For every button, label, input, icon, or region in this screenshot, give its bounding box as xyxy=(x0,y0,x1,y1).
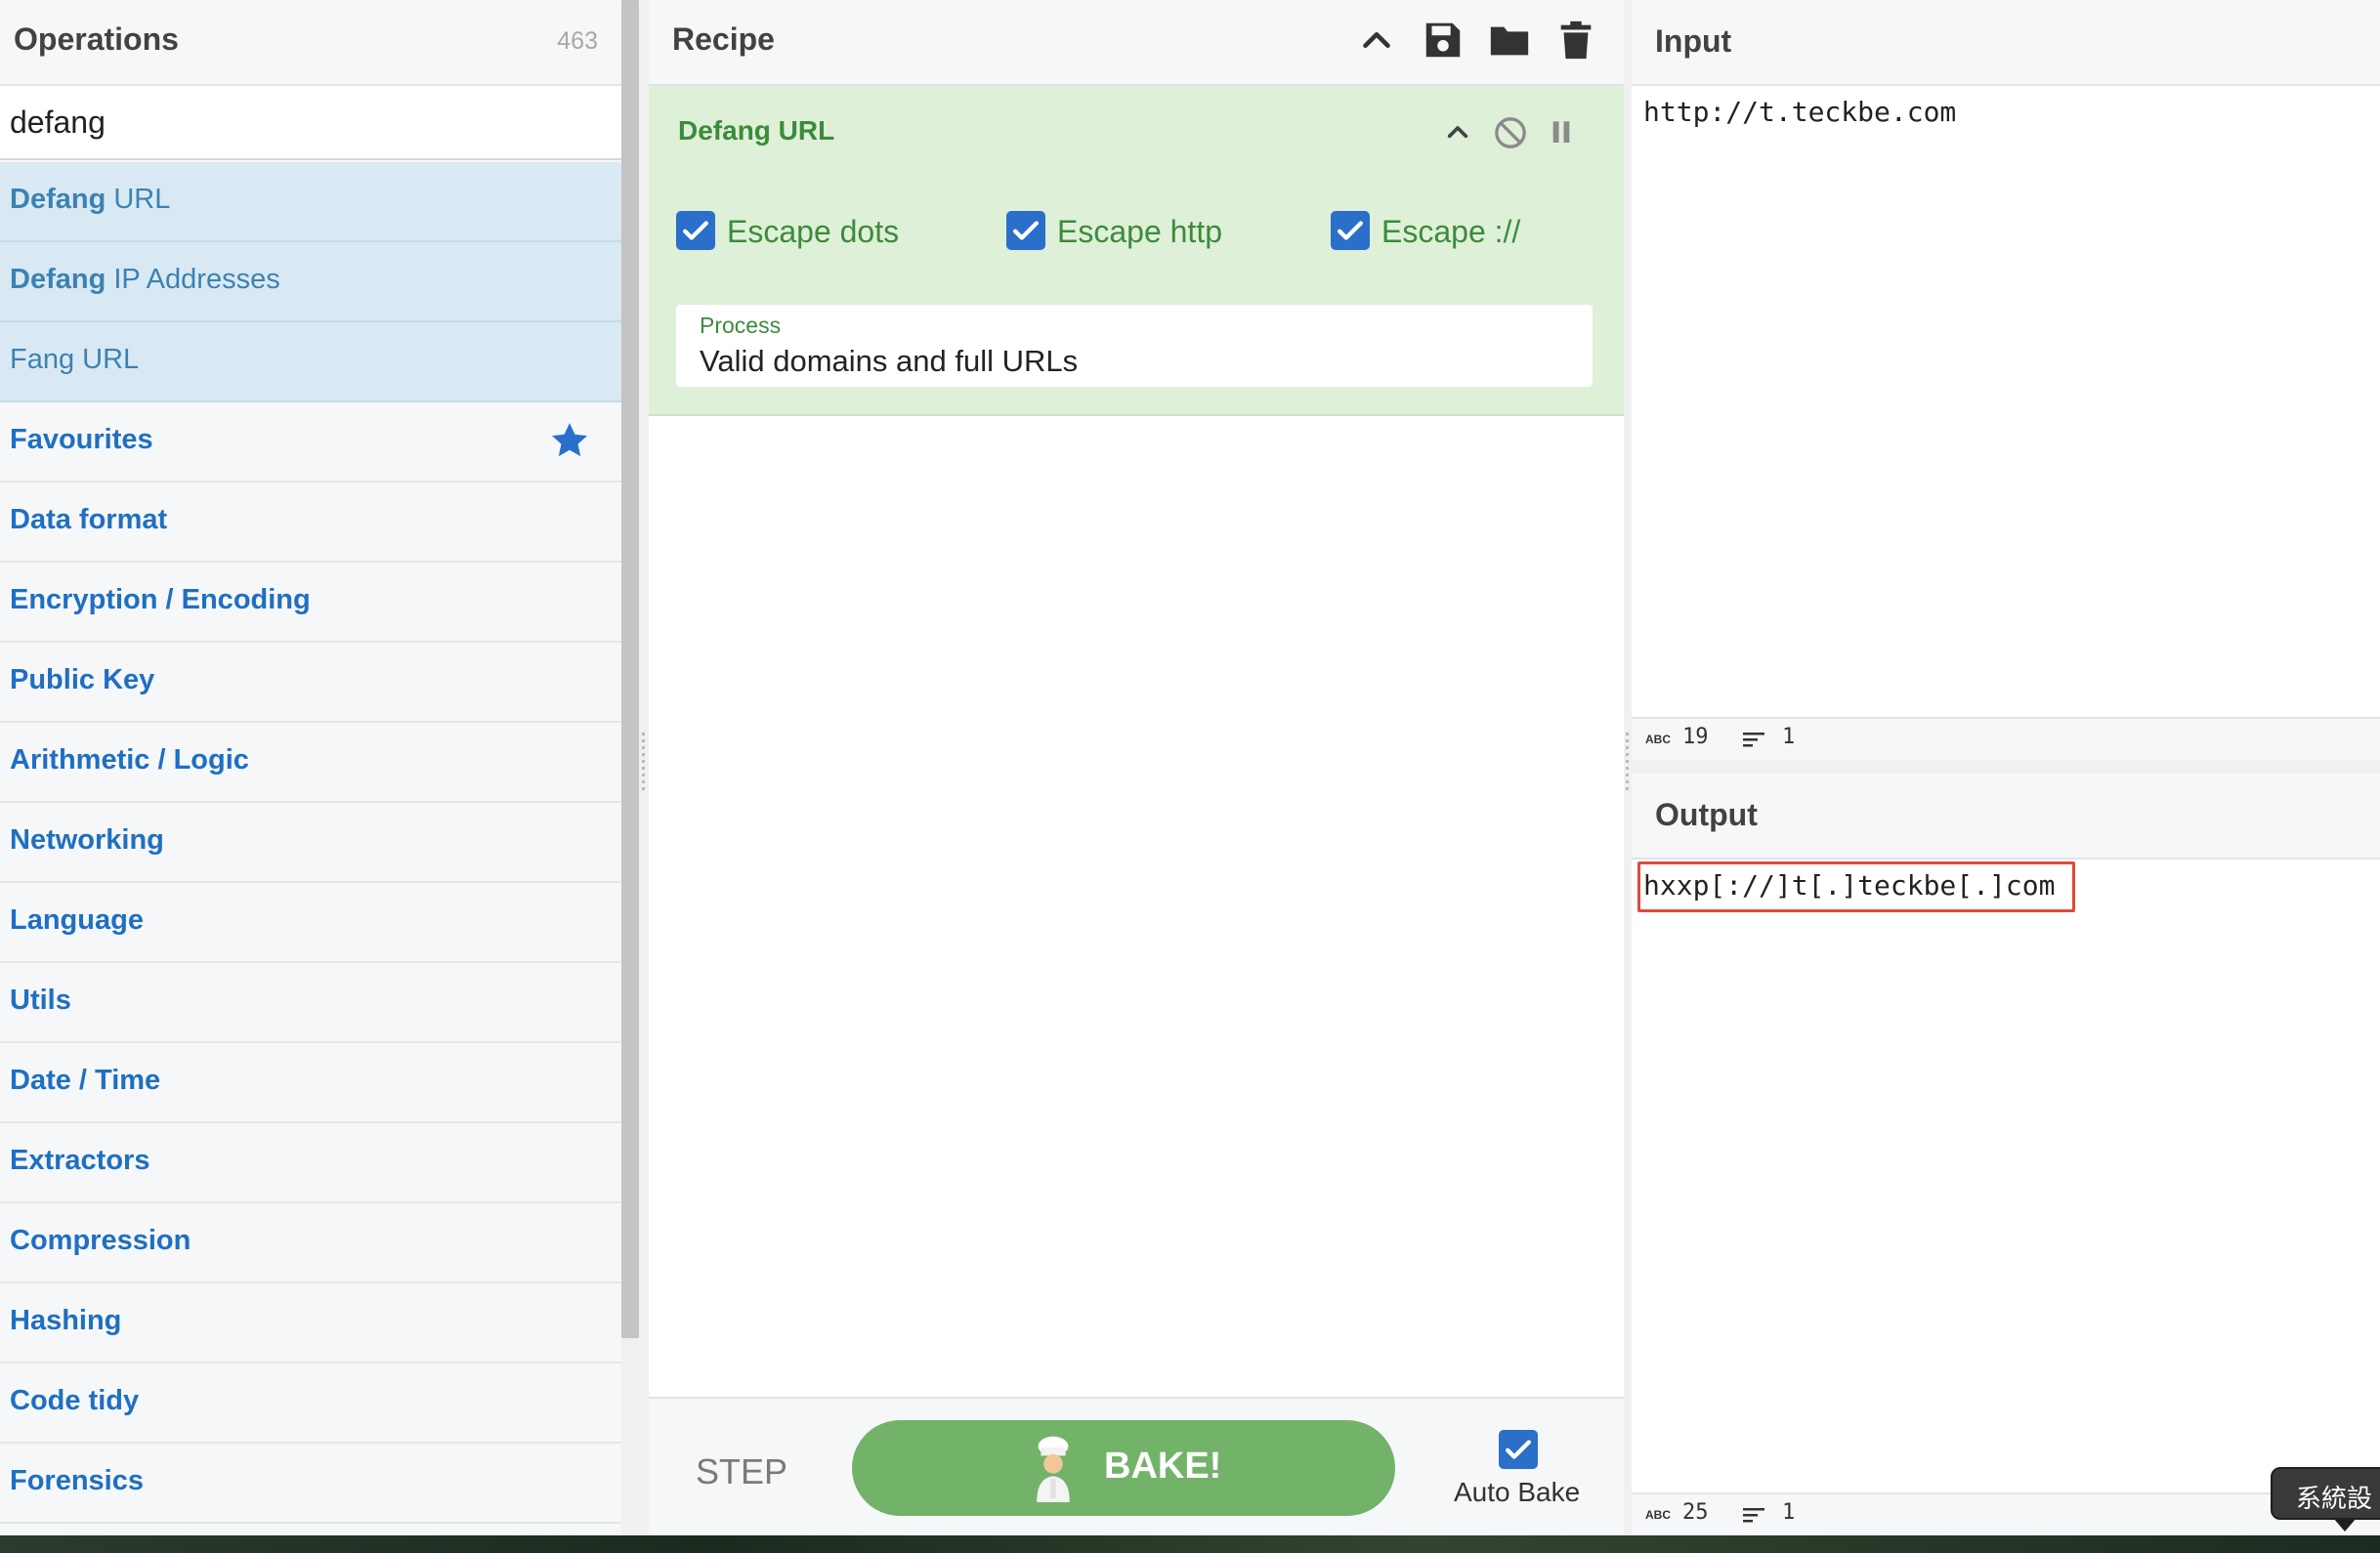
line-count-icon xyxy=(1743,733,1764,747)
operations-count: 463 xyxy=(557,27,598,55)
output-status-bar: ABC 25 1 xyxy=(1632,1492,2380,1537)
input-line-count: 1 xyxy=(1782,725,1796,749)
checkbox-checked-icon xyxy=(1006,211,1045,250)
output-highlight-box xyxy=(1637,861,2075,912)
category-label: Data format xyxy=(10,504,168,535)
chef-icon xyxy=(1037,1436,1070,1502)
category-forensics[interactable]: Forensics xyxy=(0,1444,621,1524)
category-label: Networking xyxy=(10,824,164,856)
io-divider[interactable] xyxy=(1632,760,2380,774)
category-label: Arithmetic / Logic xyxy=(10,744,249,776)
recipe-operation-defang-url[interactable]: Defang URL Escape dots Escape http Escap… xyxy=(649,86,1624,416)
input-char-count: 19 xyxy=(1682,725,1709,749)
process-select[interactable]: Process Valid domains and full URLs xyxy=(676,305,1593,387)
process-label: Process xyxy=(700,313,782,338)
category-date-time[interactable]: Date / Time xyxy=(0,1043,621,1123)
recipe-operation-name: Defang URL xyxy=(678,115,835,146)
save-icon[interactable] xyxy=(1421,18,1466,63)
desktop-background xyxy=(0,1535,2380,1553)
search-result-fang-url[interactable]: Fang URL xyxy=(0,322,621,402)
pause-operation-icon[interactable] xyxy=(1542,113,1581,152)
category-hashing[interactable]: Hashing xyxy=(0,1283,621,1364)
category-label: Hashing xyxy=(10,1305,122,1336)
search-result-defang-url[interactable]: Defang URL xyxy=(0,162,621,242)
folder-icon[interactable] xyxy=(1487,18,1532,63)
escape-colon-slashes-checkbox[interactable]: Escape :// xyxy=(1331,209,1546,252)
panel-resizer-left[interactable] xyxy=(639,0,649,1535)
auto-bake-label: Auto Bake xyxy=(1454,1477,1581,1507)
character-count-icon: ABC xyxy=(1645,733,1671,746)
output-title: Output xyxy=(1655,797,1758,832)
output-line-count: 1 xyxy=(1782,1500,1796,1525)
panel-resizer-right[interactable] xyxy=(1624,0,1632,1535)
category-label: Forensics xyxy=(10,1465,144,1496)
step-button[interactable]: STEP xyxy=(696,1451,787,1492)
category-label: Code tidy xyxy=(10,1385,140,1416)
resize-grip-icon xyxy=(1626,733,1629,791)
bake-label: BAKE! xyxy=(1104,1446,1222,1487)
category-arithmetic-logic[interactable]: Arithmetic / Logic xyxy=(0,723,621,803)
character-count-icon: ABC xyxy=(1645,1508,1671,1522)
operations-header: Operations 463 xyxy=(0,0,621,86)
category-compression[interactable]: Compression xyxy=(0,1203,621,1283)
category-label: Language xyxy=(10,904,144,936)
operations-search-input[interactable] xyxy=(0,86,621,160)
recipe-title: Recipe xyxy=(672,21,775,57)
output-char-count: 25 xyxy=(1682,1500,1709,1525)
operations-panel: Operations 463 Defang URL Defang IP Addr… xyxy=(0,0,621,1535)
output-header: Output xyxy=(1632,774,2380,860)
cyberchef-app: Operations 463 Defang URL Defang IP Addr… xyxy=(0,0,2380,1537)
star-icon xyxy=(551,423,588,457)
category-extractors[interactable]: Extractors xyxy=(0,1123,621,1203)
category-label: Compression xyxy=(10,1225,191,1256)
search-result-label: Fang URL xyxy=(10,344,140,375)
checkbox-label: Escape dots xyxy=(727,214,900,249)
checkbox-label: Escape :// xyxy=(1381,214,1521,249)
input-textarea[interactable]: http://t.teckbe.com xyxy=(1643,96,1956,128)
input-title: Input xyxy=(1655,23,1732,59)
checkbox-checked-icon xyxy=(676,211,715,250)
disable-operation-icon[interactable] xyxy=(1491,113,1530,152)
bake-button[interactable]: BAKE! xyxy=(852,1420,1395,1516)
category-label: Date / Time xyxy=(10,1065,161,1096)
category-label: Utils xyxy=(10,985,71,1016)
collapse-operation-icon[interactable] xyxy=(1438,113,1477,152)
tooltip-pointer xyxy=(2333,1518,2357,1532)
collapse-all-icon[interactable] xyxy=(1354,18,1399,63)
input-header: Input xyxy=(1632,0,2380,86)
search-result-label: Defang URL xyxy=(10,184,171,215)
escape-dots-checkbox[interactable]: Escape dots xyxy=(676,209,930,252)
process-value: Valid domains and full URLs xyxy=(700,344,1079,378)
category-encryption-encoding[interactable]: Encryption / Encoding xyxy=(0,563,621,643)
category-favourites[interactable]: Favourites xyxy=(0,402,621,483)
operations-title: Operations xyxy=(14,21,179,57)
line-count-icon xyxy=(1743,1508,1764,1523)
category-language[interactable]: Language xyxy=(0,883,621,963)
search-result-defang-ip-addresses[interactable]: Defang IP Addresses xyxy=(0,242,621,322)
recipe-controls: STEP BAKE! Auto Bake xyxy=(649,1397,1624,1537)
checkbox-label: Escape http xyxy=(1057,214,1222,249)
category-label: Favourites xyxy=(10,424,153,455)
escape-http-checkbox[interactable]: Escape http xyxy=(1006,209,1260,252)
category-networking[interactable]: Networking xyxy=(0,803,621,883)
category-public-key[interactable]: Public Key xyxy=(0,643,621,723)
category-data-format[interactable]: Data format xyxy=(0,483,621,563)
category-utils[interactable]: Utils xyxy=(0,963,621,1043)
input-status-bar: ABC 19 1 xyxy=(1632,717,2380,762)
category-label: Extractors xyxy=(10,1145,150,1176)
auto-bake-checkbox[interactable] xyxy=(1499,1430,1538,1469)
operations-scrollbar-thumb[interactable] xyxy=(621,0,639,1338)
resize-grip-icon xyxy=(642,733,645,791)
recipe-panel: Recipe Defang URL Escape dots Escape htt… xyxy=(649,0,1624,1537)
system-tooltip: 系統設 xyxy=(2271,1467,2380,1520)
search-result-label: Defang IP Addresses xyxy=(10,264,280,295)
checkbox-checked-icon xyxy=(1331,211,1370,250)
category-code-tidy[interactable]: Code tidy xyxy=(0,1364,621,1444)
operations-list: Defang URL Defang IP Addresses Fang URL … xyxy=(0,162,621,1524)
io-panel: Input http://t.teckbe.com ABC 19 1 Outpu… xyxy=(1632,0,2380,1537)
category-label: Public Key xyxy=(10,664,155,695)
trash-icon[interactable] xyxy=(1553,18,1598,63)
category-label: Encryption / Encoding xyxy=(10,584,311,615)
recipe-header: Recipe xyxy=(649,0,1624,86)
